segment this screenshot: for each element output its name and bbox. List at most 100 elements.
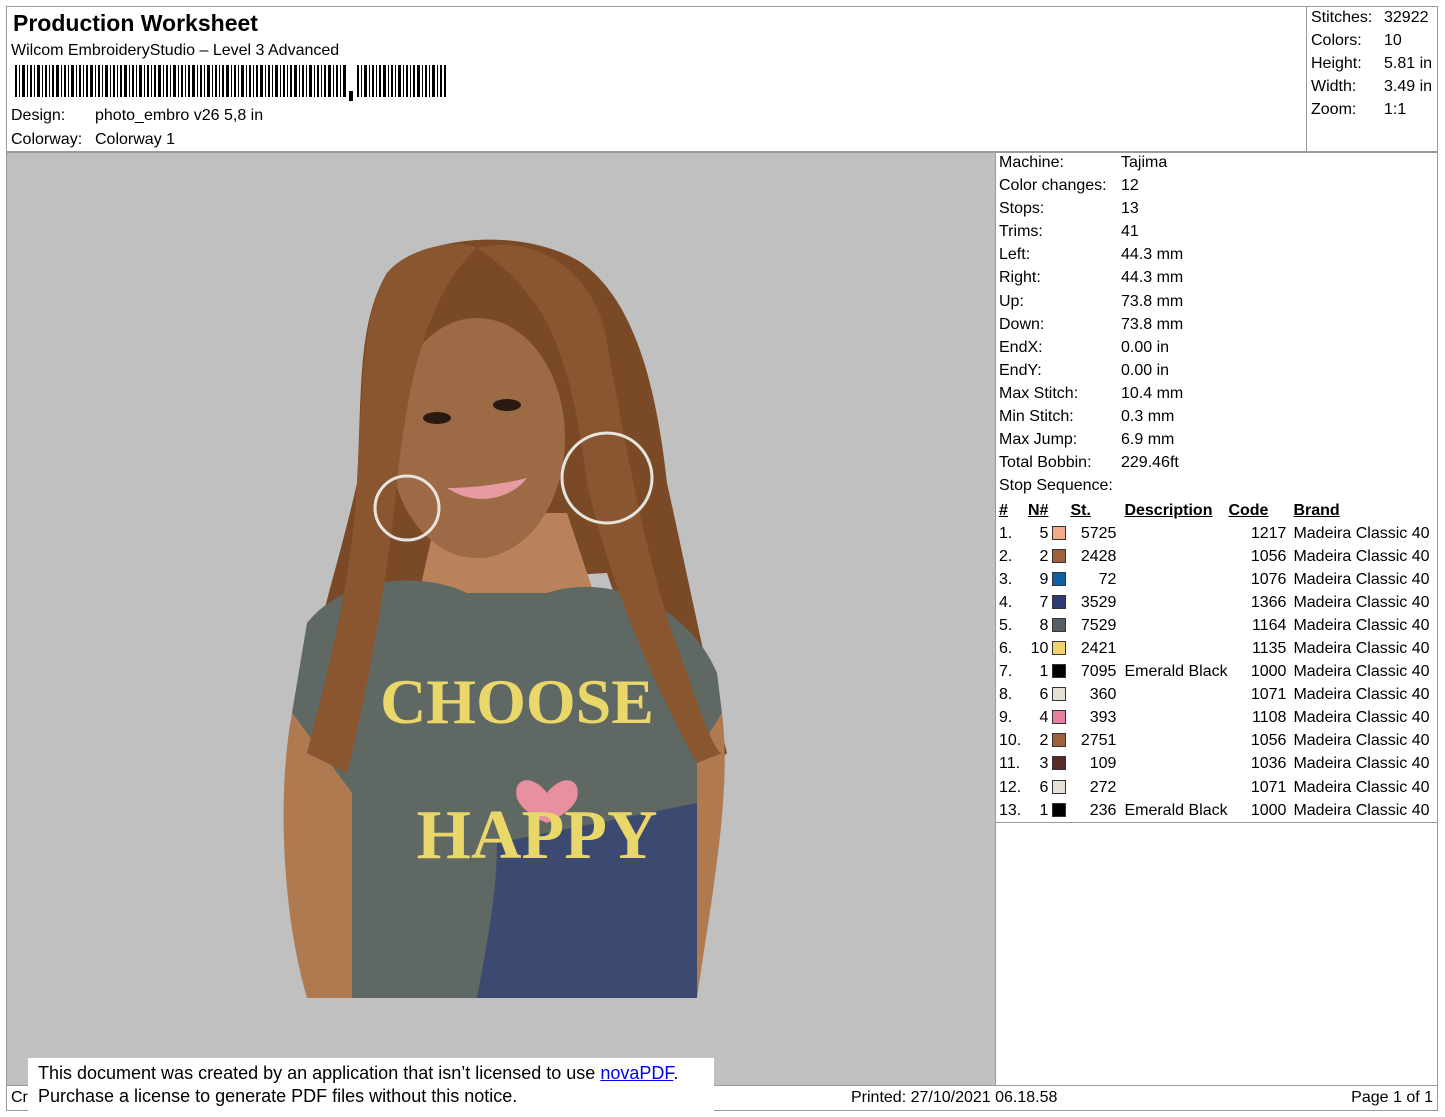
needle-number: 10	[1030, 640, 1049, 658]
thread-color-swatch	[1052, 779, 1067, 794]
stop-index: 6.	[999, 640, 1013, 658]
info-value: 73.8 mm	[1121, 292, 1184, 310]
thread-description: Emerald Black	[1124, 663, 1228, 681]
stitch-count: 2751	[1080, 732, 1117, 750]
info-value: 12	[1121, 177, 1139, 195]
color-swatch	[1052, 614, 1070, 637]
stop-row: 7. 1 7095 Emerald Black 1000 Madeira Classic …	[996, 661, 1437, 684]
thread-code: 1000	[1250, 663, 1287, 681]
needle-number: 6	[1039, 686, 1049, 704]
stop-row: 5. 8 7529 1164 Madeira Classic 40	[996, 614, 1437, 637]
stop-index: 13.	[999, 801, 1022, 819]
thread-color-swatch	[1052, 641, 1067, 656]
info-value: Tajima	[1121, 154, 1168, 171]
stitch-count: 7529	[1080, 616, 1117, 634]
stop-row: 11. 3 109 1036 Madeira Classic 40	[996, 753, 1437, 776]
stop-index: 8.	[999, 686, 1013, 704]
design-preview: CHOOSE HAPPY	[6, 152, 996, 1086]
thread-description	[1116, 707, 1228, 730]
thread-description: Emerald Black	[1124, 801, 1228, 819]
info-value: 73.8 mm	[1121, 315, 1184, 333]
machine-info-row: Machine: Tajima	[996, 153, 1437, 176]
machine-info-row: Left: 44.3 mm	[996, 245, 1437, 268]
thread-code: 1071	[1250, 686, 1287, 704]
thread-description	[1116, 614, 1228, 637]
stop-index: 3.	[999, 570, 1013, 588]
thread-description	[1116, 568, 1228, 591]
machine-info-row: Down: 73.8 mm	[996, 315, 1437, 338]
stop-sequence-header: # N# St. Description Code Brand	[996, 499, 1437, 522]
color-swatch	[1052, 661, 1070, 684]
thread-color-swatch	[1052, 525, 1067, 540]
summary-stitches: Stitches: 32922	[1311, 9, 1429, 26]
color-swatch	[1052, 545, 1070, 568]
stitch-count: 72	[1098, 570, 1117, 588]
thread-color-swatch	[1052, 802, 1067, 817]
info-label: Right:	[999, 269, 1041, 287]
thread-brand: Madeira Classic 40	[1293, 686, 1430, 704]
colorway-row: Colorway: Colorway 1	[11, 131, 175, 149]
stop-row: 4. 7 3529 1366 Madeira Classic 40	[996, 591, 1437, 614]
thread-color-swatch	[1052, 548, 1067, 563]
stop-sequence-title: Stop Sequence:	[999, 477, 1113, 494]
embroidery-portrait: CHOOSE HAPPY	[283, 239, 727, 998]
stitch-count: 5725	[1080, 524, 1117, 542]
thread-code: 1056	[1250, 547, 1287, 565]
thread-code: 1076	[1250, 570, 1287, 588]
stop-index: 4.	[999, 593, 1013, 611]
stop-index: 2.	[999, 547, 1013, 565]
info-value: 0.00 in	[1121, 361, 1170, 379]
stop-index: 1.	[999, 524, 1013, 542]
thread-color-swatch	[1052, 617, 1067, 632]
stop-index: 5.	[999, 616, 1013, 634]
info-label: Color changes:	[999, 177, 1107, 195]
col-code: Code	[1228, 501, 1269, 519]
machine-info-list: Machine: Tajima Color changes: 12 Stops: 13 Tr…	[996, 153, 1437, 476]
needle-number: 2	[1039, 547, 1049, 565]
summary-height: Height: 5.81 in	[1311, 55, 1433, 72]
needle-number: 3	[1039, 755, 1049, 773]
stitch-count: 109	[1089, 755, 1117, 773]
color-swatch	[1052, 707, 1070, 730]
thread-color-swatch	[1052, 687, 1067, 702]
stop-row: 10. 2 2751 1056 Madeira Classic 40	[996, 730, 1437, 753]
thread-description	[1116, 637, 1228, 660]
col-brand: Brand	[1293, 501, 1340, 519]
thread-description	[1116, 730, 1228, 753]
colorway-value: Colorway 1	[95, 131, 176, 148]
stop-row: 3. 9 72 1076 Madeira Classic 40	[996, 568, 1437, 591]
machine-info-row: Right: 44.3 mm	[996, 268, 1437, 291]
stop-index: 9.	[999, 709, 1013, 727]
barcode	[15, 65, 446, 101]
machine-info-row: Min Stitch: 0.3 mm	[996, 407, 1437, 430]
info-label: Left:	[999, 246, 1031, 264]
color-swatch	[1052, 684, 1070, 707]
machine-info-row: Max Jump: 6.9 mm	[996, 430, 1437, 453]
thread-brand: Madeira Classic 40	[1293, 778, 1430, 796]
thread-description	[1116, 522, 1228, 545]
info-label: EndX:	[999, 338, 1043, 356]
needle-number: 5	[1039, 524, 1049, 542]
machine-info-row: EndY: 0.00 in	[996, 361, 1437, 384]
stitch-count: 7095	[1080, 663, 1117, 681]
thread-code: 1000	[1250, 801, 1287, 819]
stitch-count: 360	[1089, 686, 1117, 704]
color-swatch	[1052, 591, 1070, 614]
thread-brand: Madeira Classic 40	[1293, 709, 1430, 727]
shirt-text-choose: CHOOSE	[380, 666, 654, 737]
color-swatch	[1052, 776, 1070, 799]
stop-index: 12.	[999, 778, 1022, 796]
thread-color-swatch	[1052, 571, 1067, 586]
info-value: 0.00 in	[1121, 338, 1170, 356]
stop-index: 11.	[999, 755, 1021, 773]
stitch-count: 236	[1089, 801, 1117, 819]
info-label: Max Jump:	[999, 431, 1078, 449]
summary-width: Width: 3.49 in	[1311, 78, 1433, 95]
needle-number: 1	[1039, 801, 1049, 819]
info-value: 6.9 mm	[1121, 431, 1175, 449]
machine-info-row: Color changes: 12	[996, 176, 1437, 199]
novapdf-link[interactable]: novaPDF	[600, 1063, 673, 1083]
page-number: Page 1 of 1	[1351, 1089, 1433, 1106]
thread-code: 1135	[1252, 640, 1287, 658]
stitch-count: 2428	[1080, 547, 1117, 565]
